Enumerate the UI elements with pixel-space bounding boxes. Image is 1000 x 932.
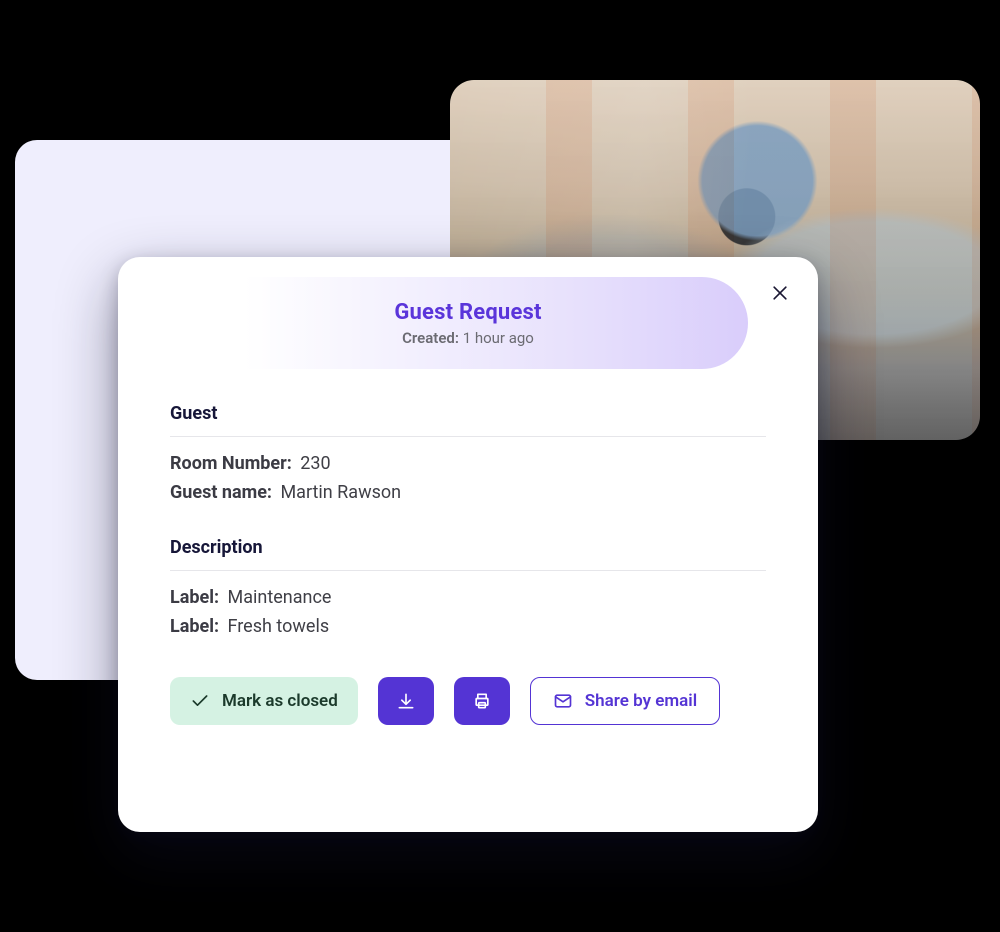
- description-label: Label:: [170, 616, 219, 637]
- header-pill: Guest Request Created: 1 hour ago: [188, 277, 748, 369]
- description-value: Maintenance: [228, 587, 332, 608]
- room-value: 230: [300, 453, 330, 474]
- guest-request-card: Guest Request Created: 1 hour ago Guest …: [118, 257, 818, 832]
- guest-section: Guest Room Number: 230 Guest name: Marti…: [170, 403, 766, 503]
- guest-name-label: Guest name:: [170, 482, 272, 503]
- guest-name-row: Guest name: Martin Rawson: [170, 482, 766, 503]
- check-icon: [190, 691, 210, 711]
- description-row: Label: Fresh towels: [170, 616, 766, 637]
- created-label: Created:: [402, 329, 459, 347]
- description-section: Description Label: Maintenance Label: Fr…: [170, 537, 766, 637]
- created-line: Created: 1 hour ago: [402, 329, 534, 347]
- card-actions: Mark as closed Share by email: [170, 677, 766, 725]
- description-heading: Description: [170, 537, 766, 571]
- guest-heading: Guest: [170, 403, 766, 437]
- created-value: 1 hour ago: [463, 329, 534, 347]
- mark-closed-button[interactable]: Mark as closed: [170, 677, 358, 725]
- share-email-button[interactable]: Share by email: [530, 677, 720, 725]
- card-title: Guest Request: [394, 300, 541, 325]
- description-row: Label: Maintenance: [170, 587, 766, 608]
- description-value: Fresh towels: [228, 616, 330, 637]
- mark-closed-label: Mark as closed: [222, 691, 338, 711]
- guest-name-value: Martin Rawson: [280, 482, 401, 503]
- room-label: Room Number:: [170, 453, 292, 474]
- download-button[interactable]: [378, 677, 434, 725]
- download-icon: [396, 691, 416, 711]
- mail-icon: [553, 691, 573, 711]
- close-icon: [770, 283, 790, 303]
- print-button[interactable]: [454, 677, 510, 725]
- print-icon: [472, 691, 492, 711]
- share-email-label: Share by email: [585, 691, 697, 711]
- room-row: Room Number: 230: [170, 453, 766, 474]
- description-label: Label:: [170, 587, 219, 608]
- close-button[interactable]: [766, 279, 794, 307]
